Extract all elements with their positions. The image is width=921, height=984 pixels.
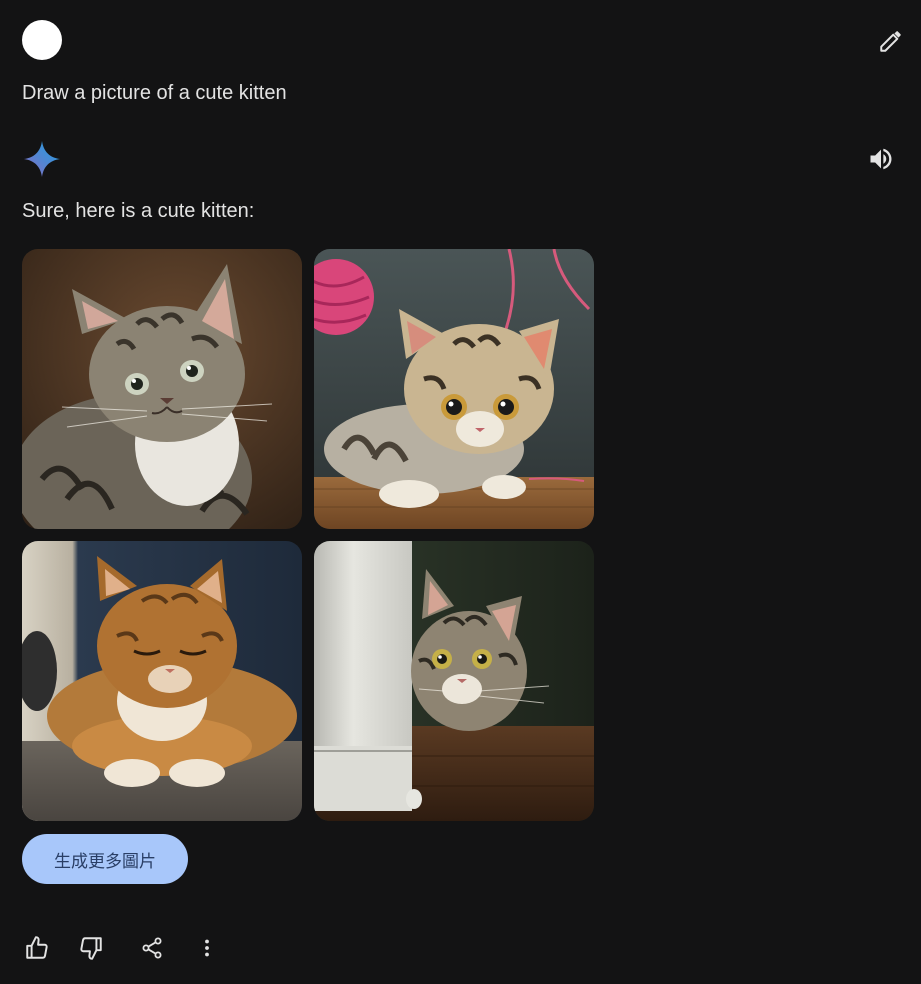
more-vert-icon [205,939,209,957]
user-avatar[interactable] [22,20,62,60]
generated-image-1[interactable] [22,249,302,529]
generated-image-4[interactable] [314,541,594,821]
thumbs-up-button[interactable] [19,930,55,966]
speaker-icon [870,148,892,170]
thumbs-up-icon [26,936,48,959]
more-options-button[interactable] [189,930,225,966]
share-button[interactable] [134,930,170,966]
thumbs-down-button[interactable] [73,930,109,966]
pencil-icon [880,31,901,52]
generate-more-images-button[interactable]: 生成更多圖片 [22,834,188,884]
tabby-kitten-photo [22,249,302,529]
gemini-sparkle-icon [23,140,61,178]
kitten-peeking-behind-curtain-photo [314,541,594,821]
share-icon [142,937,162,959]
response-text: Sure, here is a cute kitten: [22,200,255,222]
edit-prompt-button[interactable] [874,24,908,58]
generated-image-2[interactable] [314,249,594,529]
thumbs-down-icon [80,937,102,960]
user-prompt: Draw a picture of a cute kitten [22,82,287,104]
generated-image-3[interactable] [22,541,302,821]
kitten-with-yarn-photo [314,249,594,529]
listen-button[interactable] [864,142,898,176]
sleeping-fluffy-cat-photo [22,541,302,821]
